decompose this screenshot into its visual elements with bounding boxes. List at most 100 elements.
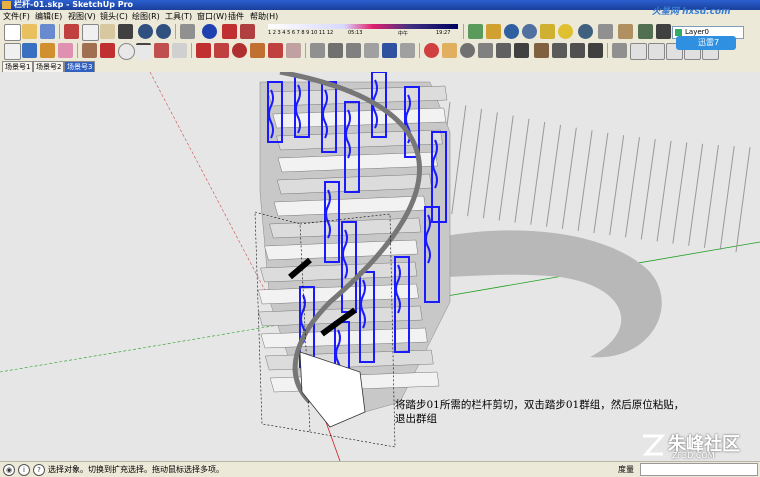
iso-view-icon[interactable] bbox=[612, 43, 627, 58]
fog-icon[interactable] bbox=[240, 24, 255, 39]
shadow-time-slider[interactable] bbox=[268, 24, 458, 29]
copy-icon[interactable] bbox=[82, 24, 99, 41]
standard-toolbar: 1 2 3 4 5 6 7 8 9 10 11 12 05:13 中午 19:2… bbox=[0, 22, 760, 42]
text-icon[interactable] bbox=[364, 43, 379, 58]
zoom-window-icon[interactable] bbox=[478, 43, 493, 58]
scene-tabs: 场景号1 场景号2 场景号3 bbox=[0, 60, 760, 73]
measurements-label: 度量 bbox=[618, 465, 634, 474]
3d-text-icon[interactable] bbox=[400, 43, 415, 58]
toolbar-separator bbox=[77, 43, 78, 58]
ground-shadow bbox=[440, 230, 662, 358]
scale-icon[interactable] bbox=[268, 43, 283, 58]
toolbar-separator bbox=[463, 24, 464, 39]
toolbar-separator bbox=[419, 43, 420, 58]
rotate-icon[interactable] bbox=[232, 43, 247, 58]
solid-tools-icon[interactable] bbox=[618, 24, 633, 39]
shadow-time-mid: 中午 bbox=[398, 31, 409, 37]
menu-help[interactable]: 帮助(H) bbox=[250, 11, 278, 22]
erase-icon[interactable] bbox=[118, 24, 133, 39]
shadow-post bbox=[609, 135, 625, 236]
paste-icon[interactable] bbox=[100, 24, 115, 39]
shadow-post bbox=[514, 118, 530, 223]
walk-icon[interactable] bbox=[552, 43, 567, 58]
polygon-icon[interactable] bbox=[154, 43, 169, 58]
zoom-extents-icon[interactable] bbox=[496, 43, 511, 58]
menu-view[interactable]: 视图(V) bbox=[68, 11, 96, 22]
modeling-viewport[interactable]: 将踏步01所需的栏杆剪切，双击踏步01群组，然后原位粘贴， 退出群组 bbox=[0, 72, 760, 461]
menu-draw[interactable]: 绘图(R) bbox=[132, 11, 160, 22]
protractor-icon[interactable] bbox=[346, 43, 361, 58]
paint-bucket-icon[interactable] bbox=[40, 43, 55, 58]
redo-icon[interactable] bbox=[156, 24, 171, 39]
shadow-toggle-icon[interactable] bbox=[222, 24, 237, 39]
layers-icon[interactable] bbox=[638, 24, 653, 39]
shadow-post bbox=[482, 112, 498, 219]
shadow-post bbox=[735, 147, 751, 253]
zoom-icon[interactable] bbox=[460, 43, 475, 58]
shadow-post bbox=[546, 124, 562, 227]
offset-icon[interactable] bbox=[286, 43, 301, 58]
window-title: 栏杆-01.skp - SketchUp Pro bbox=[14, 0, 134, 9]
rectangle-icon[interactable] bbox=[82, 43, 97, 58]
make-component-icon[interactable] bbox=[22, 43, 37, 58]
previous-view-icon[interactable] bbox=[514, 43, 529, 58]
toolbar-separator bbox=[191, 43, 192, 58]
position-camera-icon[interactable] bbox=[534, 43, 549, 58]
shadow-post bbox=[467, 108, 483, 217]
layer-current: Layer0 bbox=[685, 28, 709, 36]
menu-plugins[interactable]: 插件 bbox=[228, 11, 244, 22]
orbit-icon[interactable] bbox=[424, 43, 439, 58]
3d-warehouse-icon[interactable] bbox=[468, 24, 483, 39]
move-icon[interactable] bbox=[196, 43, 211, 58]
drawing-toolbar bbox=[0, 41, 760, 61]
follow-me-icon[interactable] bbox=[250, 43, 265, 58]
green-axis-dashed bbox=[0, 319, 309, 373]
eraser-icon[interactable] bbox=[58, 43, 73, 58]
menu-file[interactable]: 文件(F) bbox=[3, 11, 30, 22]
section-plane-icon[interactable] bbox=[656, 24, 671, 39]
shadow-post bbox=[640, 139, 656, 240]
menu-camera[interactable]: 镜头(C) bbox=[100, 11, 128, 22]
print-icon[interactable] bbox=[180, 24, 195, 39]
menu-edit[interactable]: 编辑(E) bbox=[35, 11, 62, 22]
shadow-settings[interactable]: 1 2 3 4 5 6 7 8 9 10 11 12 05:13 中午 19:2… bbox=[268, 24, 458, 39]
line-pencil-icon[interactable] bbox=[100, 43, 115, 58]
open-folder-icon[interactable] bbox=[22, 24, 37, 39]
select-arrow-icon[interactable] bbox=[4, 43, 21, 60]
model-info-icon[interactable] bbox=[202, 24, 217, 39]
sandbox-icon[interactable] bbox=[558, 24, 573, 39]
circle-icon[interactable] bbox=[118, 43, 135, 60]
dynamic-component-icon[interactable] bbox=[598, 24, 613, 39]
credits-icon[interactable]: i bbox=[18, 464, 30, 476]
google-earth-icon[interactable] bbox=[540, 24, 555, 39]
measurements-input[interactable] bbox=[640, 463, 758, 476]
pan-hand-icon[interactable] bbox=[442, 43, 457, 58]
tape-measure-icon[interactable] bbox=[310, 43, 325, 58]
zf3d-logo-icon bbox=[642, 434, 666, 456]
xunlei-badge: 迅雷7 bbox=[676, 36, 736, 50]
push-pull-icon[interactable] bbox=[214, 43, 229, 58]
menu-window[interactable]: 窗口(W) bbox=[197, 11, 227, 22]
share-model-icon[interactable] bbox=[504, 24, 519, 39]
menu-tools[interactable]: 工具(T) bbox=[165, 11, 192, 22]
section-icon[interactable] bbox=[588, 43, 603, 58]
shadow-post bbox=[656, 140, 672, 242]
top-view-icon[interactable] bbox=[630, 43, 647, 60]
get-models-icon[interactable] bbox=[486, 24, 501, 39]
freehand-icon[interactable] bbox=[172, 43, 187, 58]
geo-status-icon[interactable]: ◉ bbox=[3, 464, 15, 476]
save-icon[interactable] bbox=[40, 24, 55, 39]
share-component-icon[interactable] bbox=[522, 24, 537, 39]
look-around-icon[interactable] bbox=[570, 43, 585, 58]
help-status-icon[interactable]: ? bbox=[33, 464, 45, 476]
dimension-icon[interactable] bbox=[328, 43, 343, 58]
hxsd-watermark: 火星网 hxsd.com bbox=[652, 7, 731, 17]
cut-icon[interactable] bbox=[64, 24, 79, 39]
axes-icon[interactable] bbox=[382, 43, 397, 58]
shadow-post bbox=[672, 142, 688, 244]
front-view-icon[interactable] bbox=[648, 43, 665, 60]
new-file-icon[interactable] bbox=[4, 24, 21, 41]
arc-icon[interactable] bbox=[136, 43, 151, 60]
undo-icon[interactable] bbox=[138, 24, 153, 39]
geo-location-icon[interactable] bbox=[578, 24, 593, 39]
